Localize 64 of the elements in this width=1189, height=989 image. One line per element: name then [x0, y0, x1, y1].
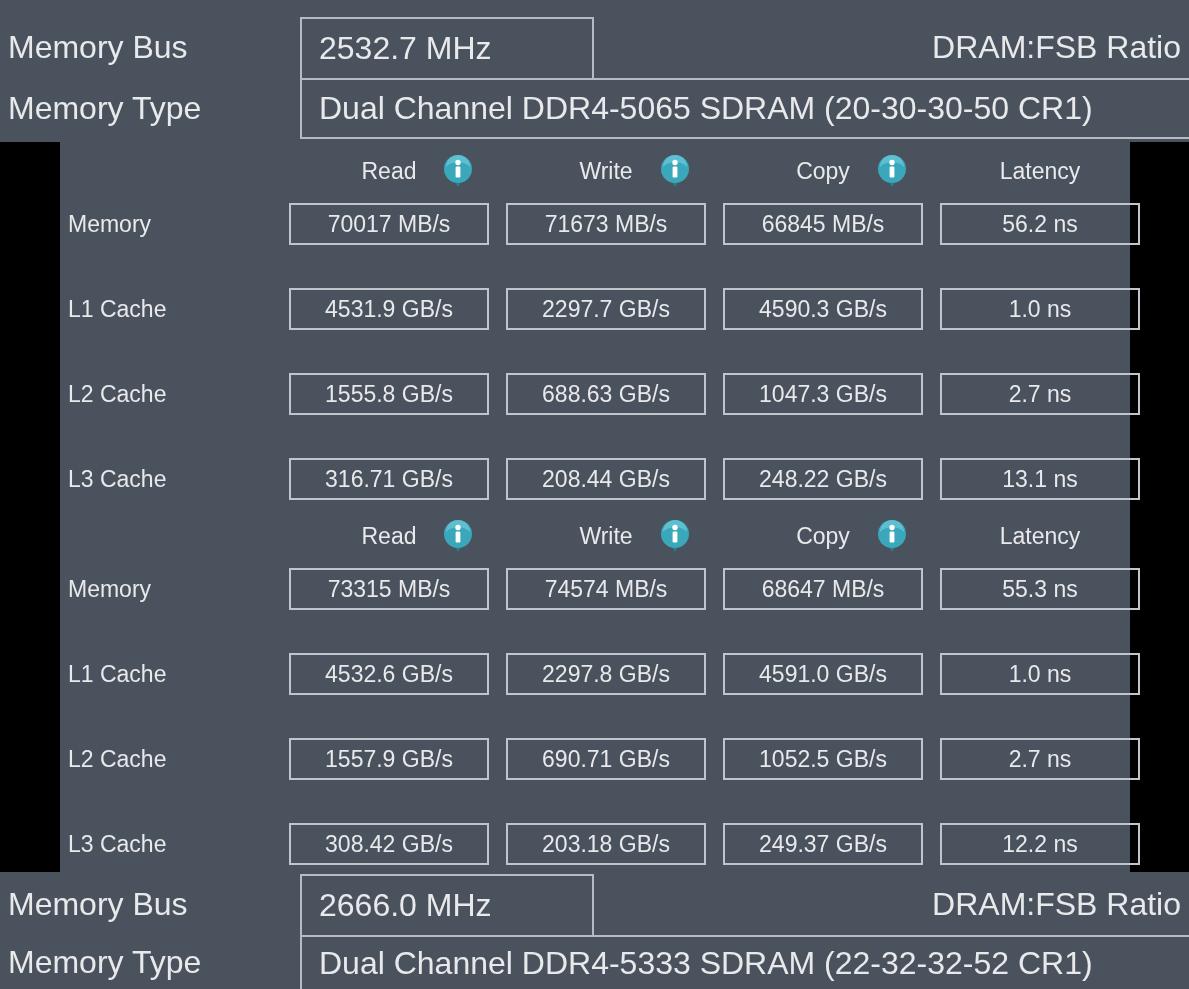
result-field: 248.22 GB/s — [723, 458, 923, 500]
value-field: 2532.7 MHz — [300, 17, 594, 78]
result-field: 55.3 ns — [940, 568, 1140, 610]
result-field: 2297.7 GB/s — [506, 288, 706, 330]
result-field: 1052.5 GB/s — [723, 738, 923, 780]
row-label: L3 Cache — [68, 465, 167, 493]
column-header: Read — [361, 157, 417, 185]
result-field: 1.0 ns — [940, 653, 1140, 695]
row-label: Memory — [68, 210, 152, 238]
result-field: 12.2 ns — [940, 823, 1140, 865]
column-header: Latency — [999, 522, 1081, 550]
field-label: Memory Bus — [8, 886, 188, 923]
result-field: 688.63 GB/s — [506, 373, 706, 415]
column-header: Read — [361, 522, 417, 550]
result-field: 13.1 ns — [940, 458, 1140, 500]
result-field: 2.7 ns — [940, 373, 1140, 415]
field-label: Memory Type — [8, 943, 202, 981]
result-field: 203.18 GB/s — [506, 823, 706, 865]
row-label: L2 Cache — [68, 380, 167, 408]
result-field: 308.42 GB/s — [289, 823, 489, 865]
result-field: 74574 MB/s — [506, 568, 706, 610]
result-field: 690.71 GB/s — [506, 738, 706, 780]
info-icon[interactable] — [444, 155, 473, 187]
info-icon[interactable] — [877, 155, 906, 187]
info-icon[interactable] — [660, 520, 689, 552]
column-header: Write — [579, 522, 633, 550]
field-label: Memory Type — [8, 90, 202, 127]
result-field: 4531.9 GB/s — [289, 288, 489, 330]
value-field: 2666.0 MHz — [300, 874, 594, 935]
result-field: 71673 MB/s — [506, 203, 706, 245]
row-label: L1 Cache — [68, 660, 167, 688]
column-header: Copy — [796, 157, 850, 185]
info-icon[interactable] — [660, 155, 689, 187]
result-field: 56.2 ns — [940, 203, 1140, 245]
result-field: 208.44 GB/s — [506, 458, 706, 500]
column-header: Copy — [796, 522, 850, 550]
value-field: Dual Channel DDR4-5333 SDRAM (22-32-32-52 CR1) — [300, 935, 1189, 989]
result-field: 4590.3 GB/s — [723, 288, 923, 330]
result-field: 1.0 ns — [940, 288, 1140, 330]
result-field: 68647 MB/s — [723, 568, 923, 610]
column-header: Latency — [999, 157, 1081, 185]
result-field: 1555.8 GB/s — [289, 373, 489, 415]
result-field: 4591.0 GB/s — [723, 653, 923, 695]
result-field: 2297.8 GB/s — [506, 653, 706, 695]
result-field: 73315 MB/s — [289, 568, 489, 610]
row-label: L2 Cache — [68, 745, 167, 773]
result-field: 1047.3 GB/s — [723, 373, 923, 415]
result-field: 66845 MB/s — [723, 203, 923, 245]
field-label: DRAM:FSB Ratio — [932, 29, 1181, 66]
row-label: L3 Cache — [68, 830, 167, 858]
result-field: 2.7 ns — [940, 738, 1140, 780]
info-icon[interactable] — [444, 520, 473, 552]
field-label: Memory Bus — [8, 29, 188, 66]
row-label: Memory — [68, 575, 152, 603]
info-icon[interactable] — [877, 520, 906, 552]
value-field: Dual Channel DDR4-5065 SDRAM (20-30-30-50 CR1) — [300, 78, 1189, 139]
result-field: 249.37 GB/s — [723, 823, 923, 865]
result-field: 4532.6 GB/s — [289, 653, 489, 695]
result-field: 70017 MB/s — [289, 203, 489, 245]
row-label: L1 Cache — [68, 295, 167, 323]
field-label: DRAM:FSB Ratio — [932, 886, 1181, 923]
result-field: 1557.9 GB/s — [289, 738, 489, 780]
column-header: Write — [579, 157, 633, 185]
result-field: 316.71 GB/s — [289, 458, 489, 500]
